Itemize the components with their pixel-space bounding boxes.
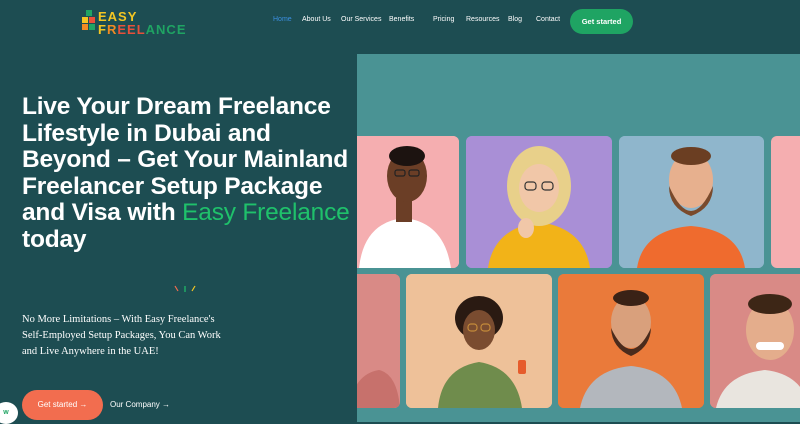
get-started-nav-button[interactable]: Get started bbox=[570, 9, 633, 34]
nav-item-pricing[interactable]: Pricing bbox=[433, 16, 454, 23]
logo-blocks-icon bbox=[82, 10, 96, 34]
photo-partial-left bbox=[357, 274, 400, 408]
arrow-right-icon: → bbox=[79, 400, 88, 409]
our-company-label: Our Company bbox=[110, 400, 160, 409]
nav-item-our-services[interactable]: Our Services bbox=[341, 16, 381, 23]
sparkle-decoration-icon bbox=[174, 285, 196, 292]
logo-word-freelance: FREELANCE bbox=[98, 22, 187, 37]
brand-highlight: Easy Freelance bbox=[182, 199, 350, 226]
photo-woman-with-phone bbox=[406, 274, 552, 408]
people-photo-gallery bbox=[357, 54, 800, 422]
our-company-link[interactable]: Our Company → bbox=[110, 390, 170, 420]
nav-item-home[interactable]: Home bbox=[273, 16, 292, 23]
top-navigation: EASY FREELANCE Home About Us Our Service… bbox=[0, 0, 800, 44]
get-started-hero-button[interactable]: Get started → bbox=[22, 390, 103, 420]
photo-woman-thinking bbox=[466, 136, 612, 268]
whatsapp-icon[interactable]: w bbox=[0, 402, 18, 424]
hero-subtitle: No More Limitations – With Easy Freelanc… bbox=[22, 314, 221, 357]
easy-freelance-logo[interactable]: EASY FREELANCE bbox=[82, 8, 194, 37]
nav-item-resources[interactable]: Resources bbox=[466, 16, 499, 23]
nav-item-blog[interactable]: Blog bbox=[508, 16, 522, 23]
nav-item-about-us[interactable]: About Us bbox=[302, 16, 331, 23]
get-started-label: Get started bbox=[37, 400, 78, 409]
nav-item-benefits[interactable]: Benefits bbox=[389, 16, 414, 23]
arrow-right-icon: → bbox=[162, 400, 171, 409]
photo-partial-pink bbox=[771, 136, 800, 268]
photo-man-laughing bbox=[357, 136, 459, 268]
photo-bearded-man-smiling bbox=[619, 136, 764, 268]
photo-man-grinning bbox=[710, 274, 800, 408]
photo-man-in-grey-shirt bbox=[558, 274, 704, 408]
nav-item-contact[interactable]: Contact bbox=[536, 16, 560, 23]
hero-headline: Live Your Dream Freelance Lifestyle in D… bbox=[22, 93, 350, 253]
